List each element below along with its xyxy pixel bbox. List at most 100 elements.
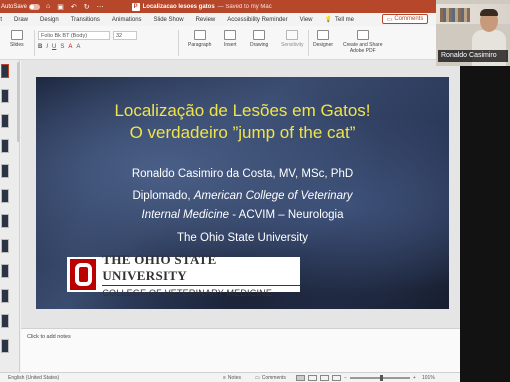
thumbnails-scrollbar[interactable] [17,62,20,142]
status-bar: English (United States) ≡ Notes ▭ Commen… [0,372,460,382]
quick-access-toolbar: ⌂ ▣ ↶ ↻ ⋯ [46,3,104,11]
designer-icon [317,30,329,40]
slide-thumbnail[interactable] [1,189,9,203]
zoom-percentage[interactable]: 101% [422,375,435,381]
font-name-select[interactable]: Folio Bk BT (Body) [38,31,110,40]
screen: AutoSave ⌂ ▣ ↶ ↻ ⋯ P Localizacao lesoes … [0,0,510,382]
zoom-slider-thumb[interactable] [379,374,383,381]
slide-thumbnail[interactable] [1,264,9,278]
slide-thumbnail[interactable] [1,64,9,78]
zoom-slider[interactable] [349,374,410,381]
comment-icon: ▭ [386,16,393,23]
slide-university[interactable]: The Ohio State University [36,232,449,244]
powerpoint-window: AutoSave ⌂ ▣ ↶ ↻ ⋯ P Localizacao lesoes … [0,0,460,382]
bold-button[interactable]: B [38,44,42,50]
slide-thumbnail[interactable] [1,114,9,128]
notes-pane[interactable]: Click to add notes [21,328,460,372]
comments-button[interactable]: ▭ Comments [382,14,428,24]
tab-accessibility-reminder[interactable]: Accessibility Reminder [227,17,287,23]
tab-animations[interactable]: Animations [112,17,142,23]
slide-thumbnail[interactable] [1,339,9,353]
slide-specialty-line[interactable]: Internal Medicine - ACVIM – Neurologia [36,209,449,221]
lightbulb-icon: 💡 [324,17,332,23]
language-indicator[interactable]: English (United States) [8,375,59,381]
tab-review[interactable]: Review [196,17,216,23]
tell-me-search[interactable]: 💡 Tell me [324,16,355,24]
more-icon[interactable]: ⋯ [97,3,104,11]
acvim-text: - ACVIM – Neurologia [229,209,344,221]
redo-icon[interactable]: ↻ [84,3,90,11]
ribbon-divider [34,30,35,56]
italic-button[interactable]: I [46,44,48,50]
notes-toggle-label: Notes [227,374,241,381]
drawing-icon [253,30,266,40]
slide-thumbnail[interactable] [1,139,9,153]
notes-icon: ≡ [223,374,226,381]
osu-logo-college: COLLEGE OF VETERINARY MEDICINE [102,287,273,298]
slide-thumbnail[interactable] [1,89,9,103]
tab-draw[interactable]: Draw [14,17,28,23]
document-title: Localizacao lesoes gatos [142,3,215,10]
sensitivity-button[interactable]: Sensitivity [281,30,304,48]
participant-video[interactable]: Ronaldo Casimiro [436,0,510,66]
slide-diploma-line[interactable]: Diplomado, American College of Veterinar… [36,190,449,202]
powerpoint-logo-icon: P [131,2,140,11]
osu-logo-text: THE OHIO STATE UNIVERSITY COLLEGE OF VET… [102,252,300,298]
diploma-prefix: Diplomado, [132,190,194,202]
slide-title-line-1[interactable]: Localização de Lesões em Gatos! [36,101,449,121]
tab-slide-show[interactable]: Slide Show [154,17,184,23]
paragraph-icon [193,30,206,40]
comments-toggle[interactable]: ▭ Comments [255,375,286,381]
zoom-out-button[interactable]: − [344,375,347,381]
tab-design[interactable]: Design [40,17,59,23]
underline-button[interactable]: U [52,44,56,50]
slide-author[interactable]: Ronaldo Casimiro da Costa, MV, MSc, PhD [36,168,449,180]
ribbon-divider [308,30,309,56]
view-buttons [296,374,341,381]
font-size-select[interactable]: 32 [113,31,137,40]
normal-view-button[interactable] [296,374,305,381]
slide-thumbnail[interactable] [1,239,9,253]
notes-toggle[interactable]: ≡ Notes [223,375,241,381]
highlight-button[interactable]: A [76,44,80,50]
drawing-button[interactable]: Drawing [250,30,268,48]
create-share-adobe-pdf-button[interactable]: Create and Share Adobe PDF [343,30,382,54]
autosave-toggle[interactable] [29,3,41,10]
title-bar: AutoSave ⌂ ▣ ↶ ↻ ⋯ P Localizacao lesoes … [0,0,460,13]
notes-placeholder[interactable]: Click to add notes [27,334,71,340]
slide-thumbnail[interactable] [1,289,9,303]
paragraph-label: Paragraph [188,42,212,48]
slide-title-line-2[interactable]: O verdadeiro ”jump of the cat” [36,123,449,143]
slide-thumbnail[interactable] [1,314,9,328]
slides-button[interactable]: Slides [10,30,24,48]
slide-thumbnail[interactable] [1,164,9,178]
font-color-button[interactable]: A [68,44,72,50]
tab-transitions[interactable]: Transitions [71,17,100,23]
zoom-in-button[interactable]: + [413,375,416,381]
save-icon[interactable]: ▣ [57,3,64,11]
adobe-pdf-icon [356,30,369,40]
comments-button-label: Comments [394,16,424,22]
designer-button[interactable]: Designer [313,30,333,48]
reading-view-button[interactable] [320,374,329,381]
slide-thumbnail[interactable] [1,214,9,228]
insert-button[interactable]: Insert [224,30,237,48]
tab-view[interactable]: View [300,17,313,23]
participant-name-label: Ronaldo Casimiro [438,50,508,62]
ohio-state-logo[interactable]: THE OHIO STATE UNIVERSITY COLLEGE OF VET… [67,252,300,298]
ribbon-home: Slides Folio Bk BT (Body) 32 B I U S A A… [0,26,460,60]
adobe-pdf-label: Adobe PDF [349,48,376,54]
current-slide[interactable]: Localização de Lesões em Gatos! O verdad… [36,77,449,309]
slide-sorter-button[interactable] [308,374,317,381]
home-icon[interactable]: ⌂ [46,3,50,11]
strikethrough-button[interactable]: S [60,44,64,50]
font-format-buttons: B I U S A A [38,44,80,50]
designer-label: Designer [313,42,334,48]
comments-icon: ▭ [255,374,260,381]
autosave-control[interactable]: AutoSave [1,3,41,10]
undo-icon[interactable]: ↶ [71,3,77,11]
slideshow-button[interactable] [332,374,341,381]
tab-insert[interactable]: art [0,17,2,23]
insert-icon [224,30,237,40]
paragraph-button[interactable]: Paragraph [188,30,211,48]
